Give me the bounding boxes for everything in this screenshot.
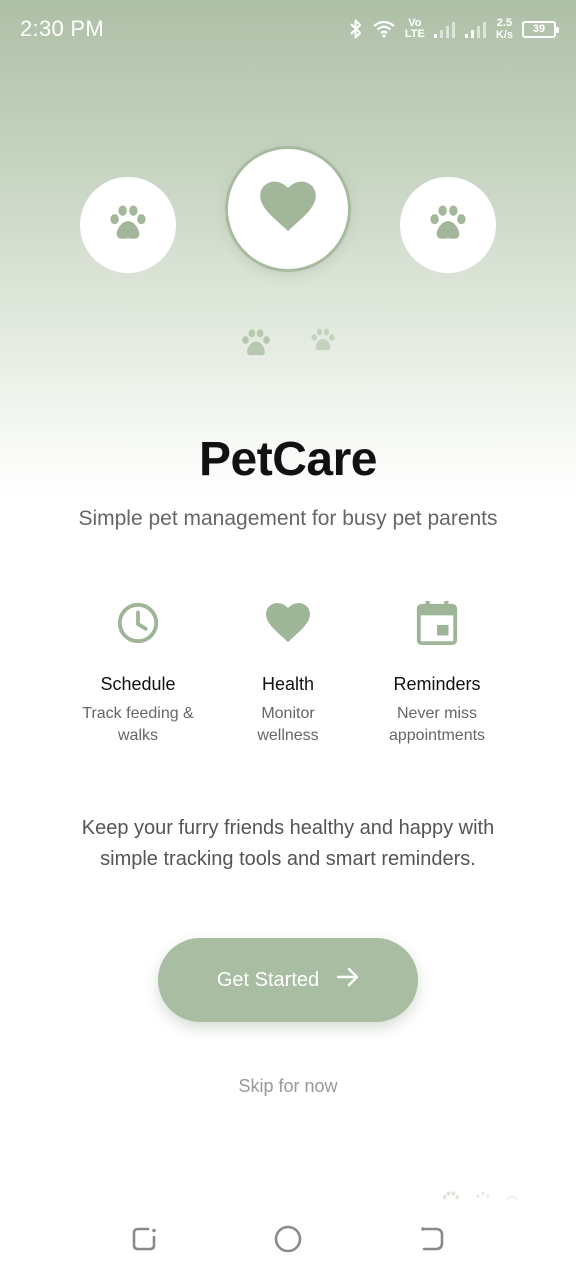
network-speed-unit: K/s [495, 29, 513, 41]
feature-description-line: wellness [257, 727, 319, 744]
wifi-icon [372, 19, 396, 39]
status-time: 2:30 PM [20, 16, 105, 41]
home-icon [273, 1224, 303, 1259]
paw-icon [425, 200, 471, 251]
heart-icon [259, 180, 317, 239]
feature-description-line: Monitor [261, 705, 315, 722]
system-nav-bar [0, 1200, 576, 1280]
get-started-button[interactable]: Get Started [158, 938, 418, 1022]
feature-health: Health Monitor wellness [203, 600, 373, 747]
app-subtitle: Simple pet management for busy pet paren… [78, 507, 498, 530]
feature-description: Never miss appointments [352, 703, 522, 747]
feature-description-line: walks [117, 727, 158, 744]
feature-description: Track feeding & walks [53, 703, 223, 747]
feature-schedule: Schedule Track feeding & walks [53, 600, 223, 747]
volte-bottom-label: LTE [404, 28, 425, 40]
calendar-icon [415, 600, 459, 651]
paw-circle-right [400, 177, 496, 273]
description-line: simple tracking tools and smart reminder… [100, 848, 476, 870]
clock-icon [115, 600, 161, 651]
network-speed-value: 2.5 [496, 17, 513, 29]
feature-description: Monitor wellness [203, 703, 373, 747]
get-started-label: Get Started [216, 968, 320, 991]
paw-icon [308, 325, 338, 360]
app-title: PetCare [199, 433, 377, 486]
feature-description-line: appointments [388, 727, 486, 744]
back-icon [418, 1225, 446, 1258]
bluetooth-icon [349, 18, 363, 40]
onboarding-screen: 2:30 PM Vo LTE 2.5 K/s 39 PetCare Simple… [0, 0, 576, 1280]
home-button[interactable] [273, 1224, 303, 1259]
heart-icon [265, 602, 311, 649]
signal-icon [433, 20, 456, 38]
feature-title: Health [261, 674, 315, 694]
feature-title: Reminders [393, 674, 481, 694]
signal-icon [464, 20, 487, 38]
app-description: Keep your furry friends healthy and happ… [48, 813, 528, 875]
feature-description-line: Never miss [396, 705, 477, 722]
volte-indicator: Vo LTE [405, 18, 425, 40]
paw-circle-left [80, 177, 176, 273]
battery-level: 39 [532, 22, 546, 35]
skip-link[interactable]: Skip for now [0, 1076, 576, 1097]
recents-button[interactable] [129, 1226, 159, 1256]
back-button[interactable] [417, 1226, 447, 1256]
arrow-right-icon [336, 967, 359, 993]
paw-icon [238, 325, 274, 366]
network-speed: 2.5 K/s [496, 17, 513, 41]
feature-title: Schedule [100, 674, 176, 694]
paw-icon [105, 200, 151, 251]
feature-description-line: Track feeding & [82, 705, 194, 722]
status-icons: Vo LTE 2.5 K/s 39 [349, 14, 559, 44]
feature-reminders: Reminders Never miss appointments [352, 600, 522, 747]
status-bar: 2:30 PM Vo LTE 2.5 K/s 39 [0, 0, 576, 58]
recents-icon [130, 1225, 158, 1258]
heart-circle-center [225, 146, 351, 272]
battery-icon: 39 [522, 20, 559, 38]
description-line: Keep your furry friends healthy and happ… [81, 817, 495, 839]
